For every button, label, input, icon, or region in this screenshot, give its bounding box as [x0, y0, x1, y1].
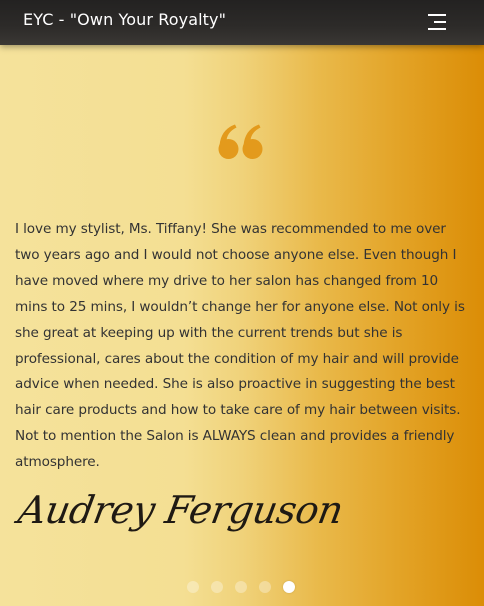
carousel-dot-1[interactable] — [187, 581, 199, 593]
carousel-dot-3[interactable] — [235, 581, 247, 593]
testimonial-author-signature: Audrey Ferguson — [15, 488, 347, 532]
carousel-dot-5-active[interactable] — [283, 581, 295, 593]
carousel-dot-2[interactable] — [211, 581, 223, 593]
quote-open-icon — [218, 124, 264, 160]
hamburger-menu-icon[interactable] — [426, 11, 448, 33]
site-brand-title[interactable]: EYC - "Own Your Royalty" — [23, 10, 226, 29]
carousel-pagination — [187, 581, 295, 593]
site-header: EYC - "Own Your Royalty" — [0, 0, 484, 45]
carousel-dot-4[interactable] — [259, 581, 271, 593]
testimonial-text: I love my stylist, Ms. Tiffany! She was … — [15, 221, 465, 471]
